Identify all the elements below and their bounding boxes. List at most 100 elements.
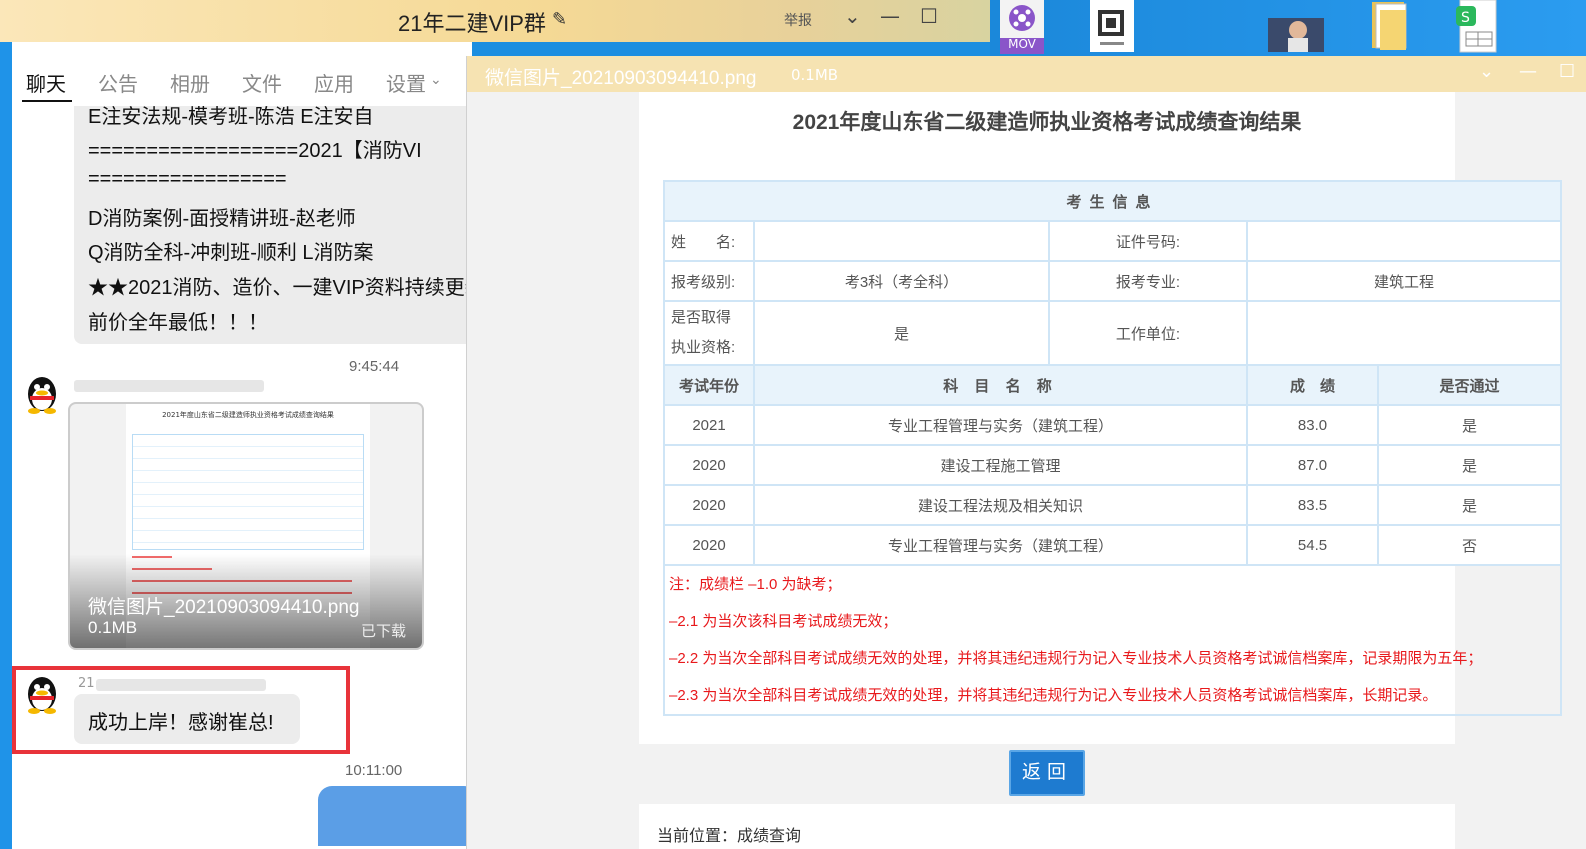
viewer-titlebar: 微信图片_20210903094410.png 0.1MB ⌄ — ☐ [467, 56, 1586, 92]
desktop-background [0, 0, 12, 849]
text-message-bubble: E注安法规-模考班-陈浩 E注安自 ==================2021… [74, 106, 472, 344]
report-button[interactable]: 举报 [784, 10, 812, 30]
breadcrumb: 当前位置：成绩查询 [657, 826, 802, 845]
section-title: 考生信息 [662, 180, 1563, 222]
employer-label: 工作单位: [1048, 300, 1248, 366]
score-value: 54.5 [1246, 524, 1379, 566]
message-line: ==================2021【消防VI [88, 140, 422, 162]
viewer-filesize: 0.1MB [791, 66, 839, 84]
qualified-label: 是否取得 执业资格: [663, 300, 755, 366]
column-header: 科 目 名 称 [753, 364, 1248, 406]
score-value: 83.0 [1246, 404, 1379, 446]
column-header: 考试年份 [663, 364, 755, 406]
chevron-down-icon[interactable]: ⌄ [844, 4, 861, 28]
pass-status: 是 [1376, 404, 1563, 446]
sender-name-redacted [74, 380, 264, 392]
subject-name: 专业工程管理与实务（建筑工程） [753, 404, 1248, 446]
chat-message-area[interactable]: E注安法规-模考班-陈浩 E注安自 ==================2021… [12, 106, 472, 849]
level-label: 报考级别: [663, 260, 755, 302]
reply-message-text: 成功上岸！感谢崔总! [88, 712, 274, 734]
score-page: 2021年度山东省二级建造师执业资格考试成绩查询结果 考生信息 姓 名: 证件号… [639, 92, 1563, 744]
tab-album[interactable]: 相册 [170, 68, 210, 97]
qualified-value: 是 [753, 300, 1050, 366]
note-line: –2.3 为当次全部科目考试成绩无效的处理，并将其违纪违规行为记入专业技术人员资… [669, 687, 1438, 704]
tab-announcement[interactable]: 公告 [98, 68, 138, 97]
id-label: 证件号码: [1048, 220, 1248, 262]
score-notes: 注：成绩栏 –1.0 为缺考； –2.1 为当次该科目考试成绩无效； –2.2 … [662, 564, 1563, 716]
reply-message-bubble: 成功上岸！感谢崔总! [74, 694, 300, 744]
image-filename: 微信图片_20210903094410.png [88, 597, 360, 618]
tab-settings[interactable]: 设置 [386, 68, 426, 97]
download-status: 已下载 [360, 622, 406, 640]
table-row: 2020 专业工程管理与实务（建筑工程） 54.5 否 [663, 524, 1563, 566]
preview-table [132, 434, 364, 550]
svg-text:S: S [1461, 10, 1470, 26]
minimize-icon[interactable]: — [880, 4, 900, 28]
photo-thumbnail-icon[interactable] [1268, 0, 1324, 54]
name-value [753, 220, 1050, 262]
tab-apps[interactable]: 应用 [314, 68, 354, 97]
sender-name-redacted [96, 679, 266, 691]
subject-name: 建设工程法规及相关知识 [753, 484, 1248, 526]
message-line: 前价全年最低！！！ [88, 312, 268, 334]
message-line: D消防案例-面授精讲班-赵老师 [88, 208, 356, 230]
name-label: 姓 名: [663, 220, 755, 262]
column-header: 是否通过 [1376, 364, 1563, 406]
message-line: Q消防全科-冲刺班-顺利 L消防案 [88, 242, 374, 264]
table-row: 2021 专业工程管理与实务（建筑工程） 83.0 是 [663, 404, 1563, 446]
edit-icon[interactable]: ✎ [552, 9, 567, 30]
qr-image-icon[interactable] [1090, 0, 1134, 54]
score-value: 83.5 [1246, 484, 1379, 526]
exam-year: 2020 [663, 484, 755, 526]
employer-value [1245, 300, 1563, 366]
back-button[interactable]: 返回 [1009, 750, 1085, 796]
minimize-icon[interactable]: — [1519, 61, 1537, 82]
note-line: 注：成绩栏 –1.0 为缺考； [669, 576, 842, 593]
page-title: 2021年度山东省二级建造师执业资格考试成绩查询结果 [792, 111, 1302, 134]
note-line: –2.2 为当次全部科目考试成绩无效的处理，并将其违纪违规行为记入专业技术人员资… [669, 650, 1483, 667]
exam-year: 2021 [663, 404, 755, 446]
preview-title: 2021年度山东省二级建造师执业资格考试成绩查询结果 [162, 411, 334, 419]
exam-year: 2020 [663, 524, 755, 566]
chevron-down-icon[interactable]: ⌄ [1479, 61, 1494, 82]
qq-titlebar: 21年二建VIP群 ✎ 举报 ⌄ — ☐ [0, 0, 990, 42]
score-value: 87.0 [1246, 444, 1379, 486]
image-message[interactable]: 2021年度山东省二级建造师执业资格考试成绩查询结果 微信图片_20210903… [68, 402, 424, 650]
qq-tab-bar: 聊天 公告 相册 文件 应用 设置 ⌄ [12, 54, 472, 106]
avatar[interactable] [22, 674, 62, 714]
pass-status: 否 [1376, 524, 1563, 566]
score-table: 考生信息 姓 名: 证件号码: 报考级别: 考3科（考全科） 报考专业: 建筑工… [662, 180, 1563, 716]
folder-icon[interactable] [1368, 0, 1412, 54]
level-value: 考3科（考全科） [753, 260, 1050, 302]
sender-name: 21 [78, 676, 95, 691]
image-viewer-window: 微信图片_20210903094410.png 0.1MB ⌄ — ☐ 2021… [466, 56, 1586, 849]
column-header: 成 绩 [1246, 364, 1379, 406]
major-value: 建筑工程 [1245, 260, 1563, 302]
tab-chat[interactable]: 聊天 [26, 68, 66, 97]
tab-files[interactable]: 文件 [242, 68, 282, 97]
mov-label: MOV [1008, 37, 1036, 51]
page-footer: 当前位置：成绩查询 [639, 804, 1455, 849]
id-value [1245, 220, 1563, 262]
maximize-icon[interactable]: ☐ [920, 4, 938, 28]
message-line: E注安法规-模考班-陈浩 E注安自 [88, 106, 374, 128]
message-timestamp: 9:45:44 [349, 358, 400, 375]
viewer-filename: 微信图片_20210903094410.png [485, 68, 757, 89]
spreadsheet-file-icon[interactable]: S [1456, 0, 1500, 54]
avatar[interactable] [22, 374, 62, 414]
exam-year: 2020 [663, 444, 755, 486]
major-label: 报考专业: [1048, 260, 1248, 302]
qualified-label-line: 执业资格: [671, 339, 736, 356]
subject-name: 建设工程施工管理 [753, 444, 1248, 486]
maximize-icon[interactable]: ☐ [1559, 61, 1575, 82]
message-timestamp: 10:11:00 [345, 762, 403, 779]
mov-file-icon[interactable]: MOV [996, 0, 1048, 54]
own-message-bubble [318, 786, 472, 846]
image-filesize: 0.1MB [88, 618, 138, 637]
table-row: 2020 建设工程施工管理 87.0 是 [663, 444, 1563, 486]
chevron-down-icon[interactable]: ⌄ [430, 72, 442, 88]
message-line: ================= [88, 168, 287, 190]
subject-name: 专业工程管理与实务（建筑工程） [753, 524, 1248, 566]
active-tab-underline [22, 100, 72, 102]
message-line: ★★2021消防、造价、一建VIP资料持续更新 [88, 277, 472, 299]
